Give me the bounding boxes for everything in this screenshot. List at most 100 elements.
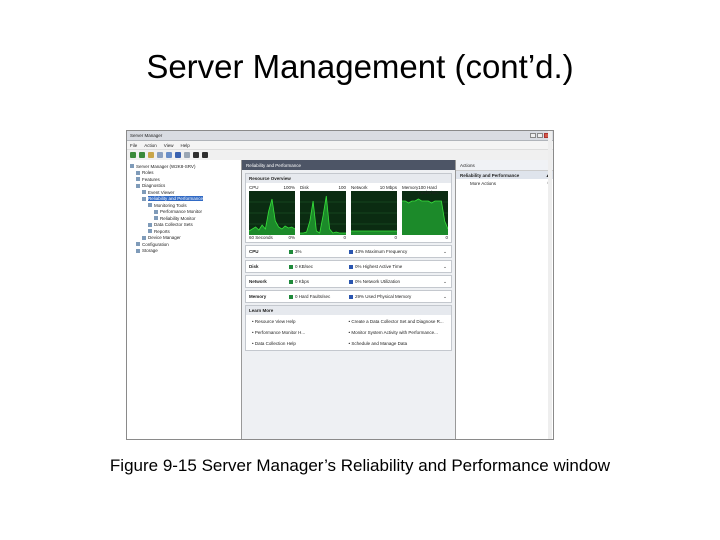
learn-more-link-label: Performance Monitor H... [254,330,306,335]
expand-chevron-icon[interactable]: ⌄ [442,264,448,270]
tree-item-label: Diagnostics [142,183,166,189]
learn-more-link-label: Create a Data Collector Set and Diagnose… [351,319,444,324]
green-indicator-icon [289,279,293,284]
more-actions-item[interactable]: More Actions ▸ [456,179,553,187]
minimize-button[interactable] [530,133,536,138]
graph-foot-right: 0% [288,235,295,240]
center-pane: Reliability and Performance Resource Ove… [242,160,456,439]
graph-scale: 10 Mbps [379,185,397,190]
stat-primary: 0 Kbps [289,279,349,284]
stat-name: CPU [249,249,259,254]
window-title: Server Manager [130,133,163,138]
menu-help[interactable]: Help [180,143,189,148]
tree-node-icon [148,203,152,208]
stat-secondary-value: 29% Used Physical Memory [355,294,412,299]
tree-item-label: Storage [142,248,158,254]
tree-item-label: Monitoring Tools [154,202,187,208]
graph-memory: Memory 100 Hard Faults/sec 0 [402,185,448,241]
expand-chevron-icon[interactable]: ⌄ [442,294,448,300]
window-body: Server Manager (W2K8-SRV) Roles Features Di… [127,160,553,439]
stat-row-cpu[interactable]: CPU 3% 43% Maximum Frequency ⌄ [245,245,452,258]
more-actions-label: More Actions [470,180,497,186]
stat-primary-value: 0 Hard Faults/sec [295,294,331,299]
graph-footer: 0 [402,235,448,241]
slide-title: Server Management (cont’d.) [146,48,574,85]
show-hide-tree-icon[interactable] [157,152,163,158]
menu-action[interactable]: Action [144,143,157,148]
graph-footer: 60 Seconds 0% [249,235,295,241]
menu-view[interactable]: View [164,143,174,148]
stat-primary: 0 KB/sec [289,264,349,269]
menu-file[interactable]: File [130,143,137,148]
tree-node-icon [142,235,146,240]
graph-foot-left: 60 Seconds [249,235,273,240]
tree-item-label: Reliability Monitor [160,215,196,221]
tree-node-icon [136,170,140,175]
actions-section-label: Reliability and Performance [460,172,520,178]
graph-foot-right: 0 [394,235,397,240]
expand-chevron-icon[interactable]: ⌄ [442,279,448,285]
back-icon[interactable] [130,152,136,158]
maximize-button[interactable] [537,133,543,138]
play-icon[interactable] [193,152,199,158]
tree-node-icon [136,242,140,247]
blue-indicator-icon [349,264,353,269]
tree-item[interactable]: Storage [127,248,241,255]
resource-overview-title: Resource Overview [246,174,451,183]
stat-secondary: 29% Used Physical Memory [349,294,442,299]
actions-pane: Actions Reliability and Performance ▲ Mo… [456,160,553,439]
properties-icon[interactable] [184,152,190,158]
graph-canvas [351,191,397,235]
figure-caption: Figure 9-15 Server Manager’s Reliability… [109,456,611,475]
graph-scale: 100 Hard Faults/sec [418,185,439,195]
green-indicator-icon [289,264,293,269]
stat-secondary: 43% Maximum Frequency [349,249,442,254]
graph-scale: 100 [338,185,346,190]
tree-node-icon [154,209,158,214]
learn-more-link[interactable]: • Data Collection Help [252,341,349,346]
tree-item-label: Event Viewer [148,189,175,195]
stat-primary: 0 Hard Faults/sec [289,294,349,299]
graph-footer: 0 [351,235,397,241]
stat-secondary: 0% Network Utilization [349,279,442,284]
tree-node-icon [142,196,146,201]
graph-name: CPU [249,185,259,190]
expand-chevron-icon[interactable]: ⌄ [442,249,448,255]
graph-canvas [249,191,295,235]
graph-canvas [402,191,448,235]
stat-row-disk[interactable]: Disk 0 KB/sec 0% Highest Active Time ⌄ [245,260,452,273]
tree-item-label: Performance Monitor [160,209,203,215]
center-pane-header: Reliability and Performance [242,160,455,170]
learn-more-link[interactable]: • Schedule and Manage Data [349,341,446,346]
help-icon[interactable] [175,152,181,158]
learn-more-link[interactable]: • Create a Data Collector Set and Diagno… [349,319,446,324]
stop-icon[interactable] [202,152,208,158]
graph-area [402,199,448,235]
stat-name: Memory [249,294,267,299]
stat-row-network[interactable]: Network 0 Kbps 0% Network Utilization ⌄ [245,275,452,288]
learn-more-link[interactable]: • Performance Monitor H... [252,330,349,335]
graph-area [249,199,295,235]
graph-network: Network 10 Mbps 0 [351,185,397,241]
learn-more-links: • Resource View Help • Create a Data Coll… [246,315,451,350]
stat-name: Network [249,279,267,284]
forward-icon[interactable] [139,152,145,158]
actions-section[interactable]: Reliability and Performance ▲ [456,171,553,179]
graph-disk: Disk 100 0 [300,185,346,241]
stat-primary-value: 0 KB/sec [295,264,314,269]
stat-primary-value: 0 Kbps [295,279,310,284]
stat-row-memory[interactable]: Memory 0 Hard Faults/sec 29% Used Physical… [245,290,452,303]
window-scrollbar[interactable] [548,131,552,439]
refresh-icon[interactable] [166,152,172,158]
window-titlebar: Server Manager [127,131,553,141]
learn-more-link-label: Data Collection Help [254,341,296,346]
learn-more-link[interactable]: • Resource View Help [252,319,349,324]
stat-primary-value: 3% [295,249,302,254]
learn-more-link-label: Monitor System Activity with Performance… [351,330,438,335]
tree-item-label: Features [142,176,160,182]
tree-item-label: Configuration [142,241,169,247]
menu-bar: File Action View Help [127,141,553,150]
up-icon[interactable] [148,152,154,158]
learn-more-link[interactable]: • Monitor System Activity with Performan… [349,330,446,335]
stat-primary: 3% [289,249,349,254]
